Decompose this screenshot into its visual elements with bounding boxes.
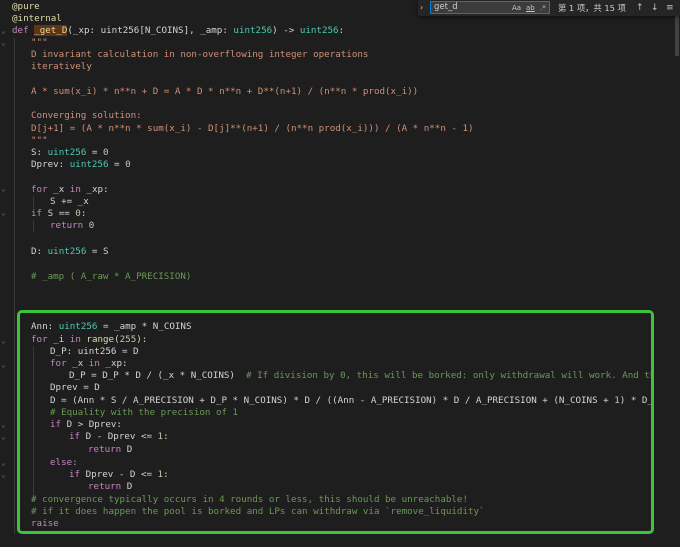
fold-chevron-icon[interactable]: ⌄ xyxy=(1,26,10,35)
docstring: """ xyxy=(31,135,48,146)
code-line[interactable]: def _get_D(_xp: uint256[N_COINS], _amp: … xyxy=(12,25,344,37)
indent-guide xyxy=(33,196,34,208)
find-widget: › get_d Aa ab .* 第 1 项，共 15 项 ↑ ↓ ≡ xyxy=(418,0,680,16)
search-match-highlight: _get_D xyxy=(34,25,68,36)
code-line[interactable]: for _x in _xp: xyxy=(31,184,109,196)
annotation-highlight-box xyxy=(17,310,654,534)
fold-chevron-icon[interactable]: ⌄ xyxy=(1,184,10,193)
code-line[interactable]: @internal xyxy=(12,13,62,25)
toggle-replace-icon[interactable]: › xyxy=(420,2,428,14)
fold-chevron-icon[interactable]: ⌄ xyxy=(1,360,10,369)
code-line[interactable]: Dprev: uint256 = 0 xyxy=(31,159,131,171)
indent-guide xyxy=(14,38,15,534)
decorator: @internal xyxy=(12,13,62,24)
fold-chevron-icon[interactable]: ⌄ xyxy=(1,336,10,345)
regex-icon[interactable]: .* xyxy=(540,2,546,14)
gutter: ⌄ ⌄ ⌄ ⌄ ⌄ ⌄ ⌄ ⌄ ⌄ ⌄ xyxy=(0,0,12,547)
docstring: D invariant calculation in non-overflowi… xyxy=(31,49,369,60)
previous-match-icon[interactable]: ↑ xyxy=(636,1,644,15)
code-line[interactable]: @pure xyxy=(12,1,40,13)
docstring: Converging solution: xyxy=(31,110,142,121)
code-line[interactable]: S: uint256 = 0 xyxy=(31,147,109,159)
find-in-selection-icon[interactable]: ≡ xyxy=(666,1,674,15)
fold-chevron-icon[interactable]: ⌄ xyxy=(1,38,10,47)
whole-word-icon[interactable]: ab xyxy=(526,2,535,14)
docstring: A * sum(x_i) * n**n + D = A * D * n**n +… xyxy=(31,86,419,97)
fold-chevron-icon[interactable]: ⌄ xyxy=(1,458,10,467)
code-editor[interactable]: ⌄ ⌄ ⌄ ⌄ ⌄ ⌄ ⌄ ⌄ ⌄ ⌄ @pure @internal def … xyxy=(0,0,680,547)
fold-chevron-icon[interactable]: ⌄ xyxy=(1,470,10,479)
fold-chevron-icon[interactable]: ⌄ xyxy=(1,420,10,429)
code-line[interactable]: return 0 xyxy=(50,220,94,232)
fold-chevron-icon[interactable]: ⌄ xyxy=(1,208,10,217)
code-line[interactable]: if S == 0: xyxy=(31,208,86,220)
vertical-scrollbar[interactable] xyxy=(674,16,680,547)
indent-guide xyxy=(33,220,34,232)
decorator: @pure xyxy=(12,1,40,12)
code-line[interactable]: D: uint256 = S xyxy=(31,246,109,258)
fold-chevron-icon[interactable]: ⌄ xyxy=(1,432,10,441)
docstring: iteratively xyxy=(31,61,92,72)
match-case-icon[interactable]: Aa xyxy=(512,2,521,14)
docstring: D[j+1] = (A * n**n * sum(x_i) - D[j]**(n… xyxy=(31,123,474,134)
next-match-icon[interactable]: ↓ xyxy=(651,1,659,15)
comment: # _amp ( A_raw * A_PRECISION) xyxy=(31,271,192,282)
code-line[interactable]: S += _x xyxy=(50,196,89,208)
match-count: 第 1 项，共 15 项 xyxy=(558,3,626,13)
docstring: """ xyxy=(31,37,48,48)
scrollbar-thumb[interactable] xyxy=(675,16,679,56)
